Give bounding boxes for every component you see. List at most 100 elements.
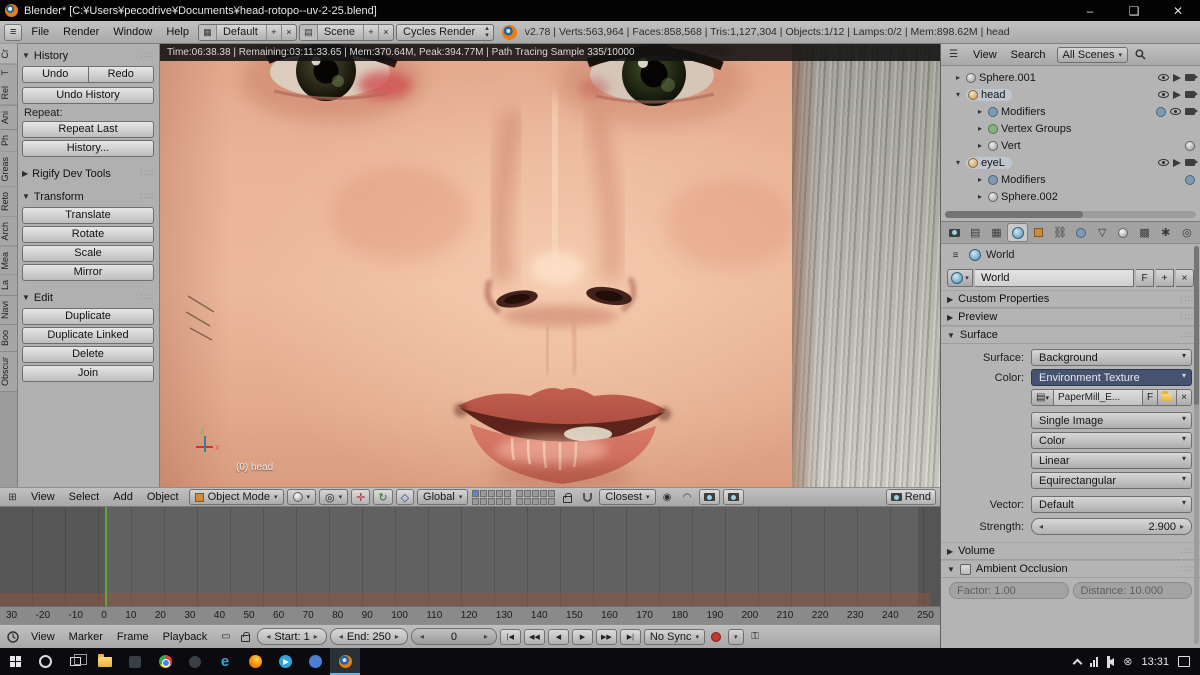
auto-keyframe-record-button[interactable] xyxy=(708,629,725,645)
3d-viewport[interactable]: Time:06:38.38 | Remaining:03:11:33.65 | … xyxy=(160,44,940,487)
timeline-canvas[interactable] xyxy=(0,507,940,606)
color-space-dropdown[interactable]: Color xyxy=(1031,432,1192,449)
screen-layout-selector[interactable]: ▦ Default + × xyxy=(197,23,297,41)
arrow-right-icon[interactable]: ▸ xyxy=(314,632,318,641)
transform-tool-button[interactable]: Translate xyxy=(22,207,154,224)
editor-type-icon[interactable]: ≡ xyxy=(4,23,23,41)
expander-icon[interactable]: ▸ xyxy=(975,141,985,150)
file-explorer-icon[interactable] xyxy=(90,648,120,675)
renderability-camera-icon[interactable] xyxy=(1185,74,1198,81)
toolshelf-tab[interactable]: Rel xyxy=(0,81,17,106)
timeline-menu[interactable]: Marker xyxy=(62,631,110,643)
fake-user-button[interactable]: F xyxy=(1136,269,1154,287)
proportional-edit-icon[interactable]: ◠ xyxy=(679,489,696,505)
jump-to-start-button[interactable]: |◀ xyxy=(499,628,521,645)
viewport-menu[interactable]: Add xyxy=(106,491,140,503)
edit-tool-button[interactable]: Duplicate xyxy=(22,308,154,325)
visibility-eye-icon[interactable] xyxy=(1170,108,1181,115)
toolshelf-tab[interactable]: Cr xyxy=(0,44,17,65)
expander-icon[interactable]: ▸ xyxy=(975,192,985,201)
panel-header-preview[interactable]: ▶ Preview ∷∷ xyxy=(941,308,1200,326)
tab-physics-icon[interactable]: ◎ xyxy=(1177,223,1197,242)
toolshelf-tab[interactable]: Ph xyxy=(0,129,17,152)
sync-dropdown[interactable]: No Sync ▾ xyxy=(643,628,705,645)
manipulator-rotate-button[interactable]: ↻ xyxy=(373,489,393,505)
render-engine-selector[interactable]: Cycles Render ▴ ▾ xyxy=(396,23,494,41)
frame-lock-icon[interactable] xyxy=(237,629,254,645)
expander-icon[interactable]: ▸ xyxy=(975,124,985,133)
ao-factor-slider[interactable]: Factor: 1.00 xyxy=(949,582,1069,599)
pin-icon[interactable]: ≡ xyxy=(947,247,964,263)
tab-render-layers-icon[interactable]: ▤ xyxy=(965,223,985,242)
browse-image-dropdown[interactable]: ▤ ▾ xyxy=(1031,389,1054,406)
action-center-icon[interactable] xyxy=(1178,656,1190,667)
expander-icon[interactable]: ▾ xyxy=(953,90,963,99)
toolshelf-tab[interactable]: T xyxy=(0,64,17,81)
play-reverse-button[interactable]: ◀ xyxy=(547,628,569,645)
start-button[interactable] xyxy=(0,648,30,675)
lock-icon[interactable] xyxy=(559,489,576,505)
viewport-menu[interactable]: Select xyxy=(62,491,107,503)
delete-layout-icon[interactable]: × xyxy=(280,24,296,40)
tab-texture-icon[interactable]: ▩ xyxy=(1134,223,1154,242)
projection-dropdown[interactable]: Equirectangular xyxy=(1031,472,1192,489)
scene-selector[interactable]: ▤ Scene + × xyxy=(298,23,395,41)
arrow-left-icon[interactable]: ◂ xyxy=(339,632,343,641)
vector-dropdown[interactable]: Default xyxy=(1031,496,1192,513)
blender-taskbar-icon[interactable] xyxy=(330,648,360,675)
color-source-dropdown[interactable]: Environment Texture xyxy=(1031,369,1192,386)
layers-widget[interactable] xyxy=(516,489,556,505)
arrow-left-icon[interactable]: ◂ xyxy=(420,632,424,641)
visibility-eye-icon[interactable] xyxy=(1158,74,1169,81)
expander-icon[interactable]: ▸ xyxy=(953,73,963,82)
renderability-camera-icon[interactable] xyxy=(1185,159,1198,166)
properties-scrollbar[interactable] xyxy=(1194,246,1199,644)
image-name-field[interactable]: PaperMill_E... xyxy=(1053,389,1144,406)
timeline-menu[interactable]: Playback xyxy=(156,631,215,643)
search-icon[interactable] xyxy=(1132,47,1149,63)
maximize-button[interactable]: ❑ xyxy=(1112,0,1156,21)
open-image-folder-button[interactable] xyxy=(1158,389,1178,406)
infobar-menu[interactable]: Window xyxy=(106,26,159,38)
unlink-image-button[interactable]: × xyxy=(1177,389,1192,406)
toolshelf-tab[interactable]: Ani xyxy=(0,105,17,130)
outliner-row[interactable]: ▸ Sphere.001 xyxy=(941,69,1200,86)
mode-dropdown[interactable]: Object Mode ▾ xyxy=(188,489,284,505)
render-button[interactable]: Rend xyxy=(885,489,936,505)
transform-orientation-dropdown[interactable]: Global ▾ xyxy=(417,489,469,505)
edit-tool-button[interactable]: Delete xyxy=(22,346,154,363)
edit-tool-button[interactable]: Duplicate Linked xyxy=(22,327,154,344)
transform-tool-button[interactable]: Mirror xyxy=(22,264,154,281)
toolshelf-tab[interactable]: Arch xyxy=(0,217,17,247)
panel-header-custom-properties[interactable]: ▶ Custom Properties ∷∷ xyxy=(941,290,1200,308)
viewport-shading-dropdown[interactable]: ▾ xyxy=(286,489,317,505)
selectability-arrow-icon[interactable] xyxy=(1173,90,1181,99)
task-view-icon[interactable] xyxy=(60,648,90,675)
manipulator-translate-button[interactable]: ✛ xyxy=(351,489,371,505)
toolshelf-tab[interactable]: Mea xyxy=(0,246,17,276)
editor-type-icon[interactable]: ⊞ xyxy=(4,489,21,505)
panel-drag-dots-icon[interactable]: ∷∷ xyxy=(141,168,154,179)
tab-world-icon[interactable] xyxy=(1007,223,1028,242)
panel-header-transform[interactable]: ▼ Transform ∷∷ xyxy=(22,188,154,205)
delete-scene-icon[interactable]: × xyxy=(378,24,393,40)
start-frame-field[interactable]: ◂ Start: 1 ▸ xyxy=(257,628,327,645)
material-sphere-icon[interactable] xyxy=(1185,140,1195,151)
selectability-arrow-icon[interactable] xyxy=(1173,158,1181,167)
edge-icon[interactable]: e xyxy=(210,648,240,675)
browse-world-dropdown[interactable]: ▾ xyxy=(947,269,973,287)
outliner-row[interactable]: ▾ eyeL xyxy=(941,154,1200,171)
outliner-horizontal-scrollbar[interactable] xyxy=(945,211,1196,218)
outliner-row[interactable]: ▸ Modifiers xyxy=(941,103,1200,120)
tab-render-icon[interactable] xyxy=(944,223,964,242)
panel-header-ambient-occlusion[interactable]: ▼ Ambient Occlusion ∷∷ xyxy=(941,560,1200,578)
add-scene-icon[interactable]: + xyxy=(363,24,378,40)
pinned-app-icon[interactable] xyxy=(300,648,330,675)
panel-drag-dots-icon[interactable]: ∷∷ xyxy=(1181,312,1194,323)
renderability-camera-icon[interactable] xyxy=(1185,108,1198,115)
snap-peel-icon[interactable]: ◉ xyxy=(659,489,676,505)
snap-target-dropdown[interactable]: Closest ▾ xyxy=(599,489,656,505)
outliner-row[interactable]: ▸ Modifiers xyxy=(941,171,1200,188)
editor-type-icon[interactable] xyxy=(4,629,21,645)
jump-to-end-button[interactable]: ▶| xyxy=(619,628,641,645)
